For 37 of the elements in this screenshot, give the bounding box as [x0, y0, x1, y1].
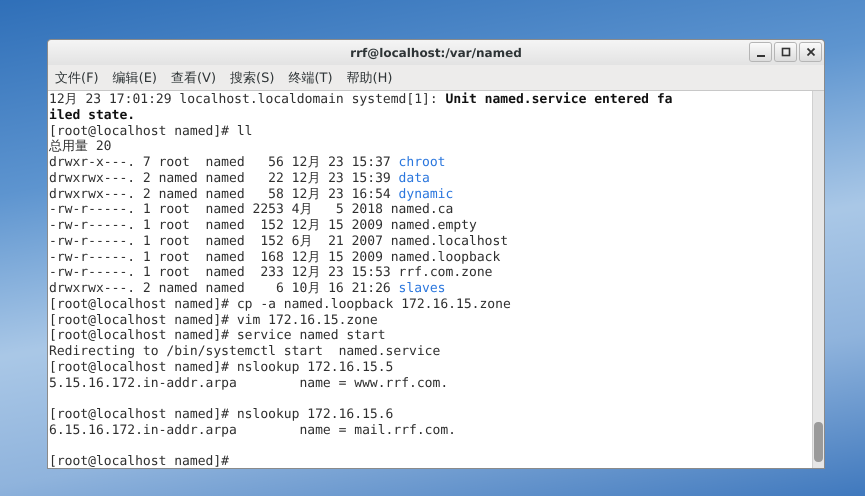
terminal-line: [root@localhost named]# cp -a named.loopback 172.16.15.zone: [49, 296, 512, 312]
menu-item[interactable]: 搜索(S): [230, 68, 274, 86]
terminal-line: [root@localhost named]# nslookup 172.16.15.6: [49, 407, 394, 423]
terminal-line: 5.15.16.172.in-addr.arpa name = www.rrf.com.: [49, 376, 450, 392]
minimize-button[interactable]: [749, 42, 772, 62]
menu-item[interactable]: 文件(F): [55, 68, 99, 86]
terminal-line: drwxrwx---. 2 named named 22 12月 23 15:39 data: [49, 170, 431, 186]
terminal-line: drwxr-x---. 7 root named 56 12月 23 15:37 chroot: [49, 155, 447, 171]
menu-item[interactable]: 终端(T): [288, 68, 333, 86]
terminal-line: drwxrwx---. 2 named named 6 10月 16 21:26 slaves: [49, 281, 447, 297]
terminal-line: [root@localhost named]# ll: [49, 124, 254, 140]
terminal-line: Redirecting to /bin/systemctl start named.service: [49, 344, 442, 360]
terminal-line: 6.15.16.172.in-addr.arpa name = mail.rrf.com.: [49, 422, 457, 438]
scrollbar-thumb[interactable]: [814, 422, 823, 462]
terminal-line: iled state.: [49, 108, 136, 124]
maximize-button[interactable]: [774, 42, 797, 62]
terminal-line: -rw-r-----. 1 root named 2253 4月 5 2018 named.ca: [49, 202, 454, 218]
scrollbar[interactable]: [812, 91, 824, 468]
window-title: rrf@localhost:/var/named: [350, 46, 522, 60]
menu-item[interactable]: 编辑(E): [112, 68, 157, 86]
terminal-line: -rw-r-----. 1 root named 233 12月 23 15:53 rrf.com.zone: [49, 265, 494, 281]
terminal-line: 12月 23 17:01:29 localhost.localdomain systemd[1]: Unit named.service entered fa: [49, 92, 674, 108]
minimize-icon: [756, 54, 764, 56]
terminal-line: [root@localhost named]# service named start: [49, 328, 387, 344]
terminal-line: drwxrwx---. 2 named named 58 12月 23 16:54 dynamic: [49, 186, 454, 202]
menu-item[interactable]: 查看(V): [170, 68, 216, 86]
close-icon: [806, 47, 816, 57]
terminal-line: -rw-r-----. 1 root named 152 6月 21 2007 named.localhost: [49, 234, 510, 250]
terminal-line: [root@localhost named]# nslookup 172.16.15.5: [49, 360, 394, 376]
terminal-line: [root@localhost named]#: [49, 454, 230, 468]
close-button[interactable]: [799, 42, 822, 62]
terminal-line: [root@localhost named]# vim 172.16.15.zone: [49, 312, 379, 328]
terminal-line: 总用量 20: [49, 139, 112, 155]
terminal-line: -rw-r-----. 1 root named 152 12月 15 2009 named.empty: [49, 218, 478, 234]
terminal-line: -rw-r-----. 1 root named 168 12月 15 2009 named.loopback: [49, 250, 502, 266]
maximize-icon: [780, 47, 790, 57]
menu-item[interactable]: 帮助(H): [346, 68, 392, 86]
